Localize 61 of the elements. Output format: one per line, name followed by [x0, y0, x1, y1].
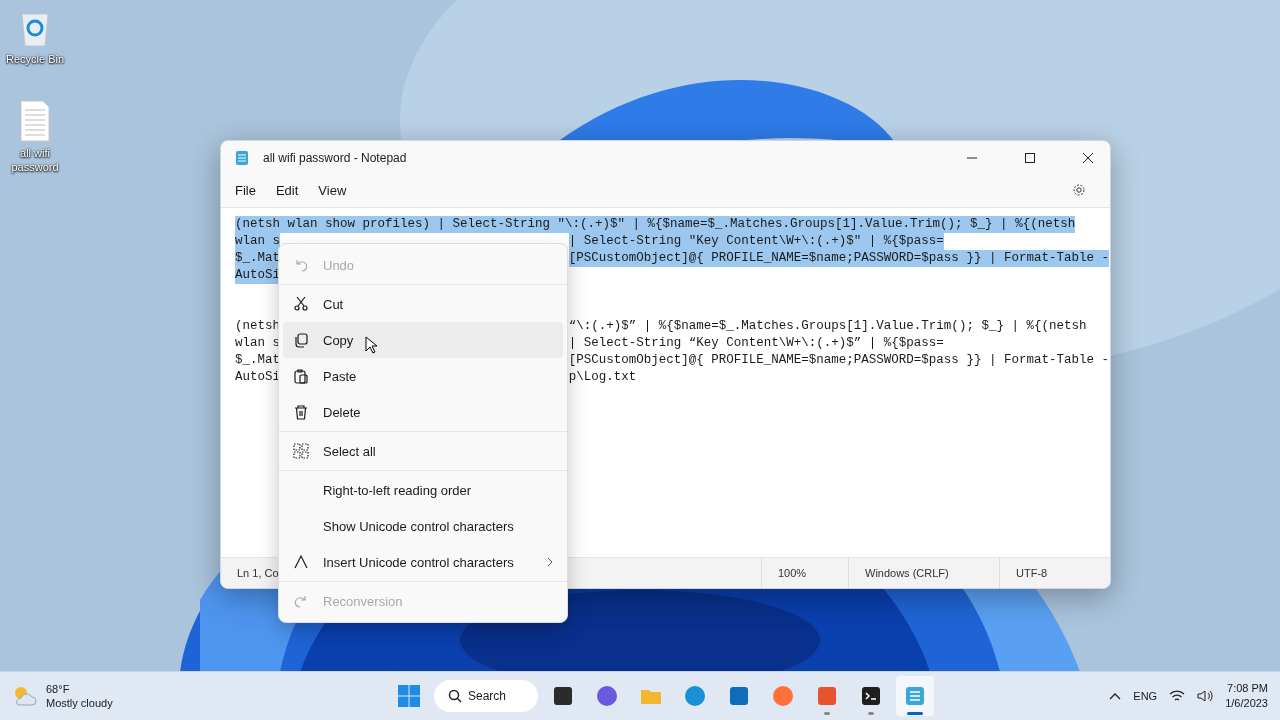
settings-icon [1072, 183, 1086, 197]
paste-icon [293, 368, 309, 384]
terminal-icon [859, 684, 883, 708]
window-title: all wifi password - Notepad [263, 151, 408, 165]
context-menu-item[interactable]: Insert Unicode control characters [283, 544, 563, 580]
search-icon [448, 689, 462, 703]
zoom-level: 100% [761, 558, 848, 588]
desktop-icon-label: all wifi password [10, 146, 60, 174]
undo-icon [293, 257, 309, 273]
context-menu-item[interactable]: Show Unicode control characters [283, 508, 563, 544]
copy-icon [293, 332, 309, 348]
chevron-up-icon[interactable] [1109, 692, 1122, 700]
speaker-icon[interactable] [1197, 689, 1214, 703]
wifi-icon[interactable] [1169, 689, 1186, 703]
context-menu-item[interactable]: Cut [283, 286, 563, 322]
clock-time[interactable]: 7:08 PM [1227, 681, 1268, 696]
code-text: AutoSi [235, 369, 280, 386]
cloud-sun-icon [12, 685, 38, 707]
line-ending: Windows (CRLF) [848, 558, 999, 588]
store-icon [727, 684, 751, 708]
clock-date[interactable]: 1/6/2023 [1225, 696, 1268, 711]
temperature: 68°F [46, 682, 71, 696]
context-menu-item[interactable]: Copy [283, 322, 563, 358]
code-text: [PSCustomObject]@{ PROFILE_NAME=$name;PASSWORD=$pass }} | Format-Table - [568, 250, 1109, 267]
context-menu-item[interactable]: Right-to-left reading order [283, 472, 563, 508]
trash-icon [293, 404, 309, 420]
code-text: AutoSi [235, 267, 280, 284]
code-text: | Select-String “Key Content\W+\:(.+)$” | %{$pass= [568, 335, 944, 352]
cursor-position: Ln 1, Co [236, 566, 279, 581]
app-icon [815, 684, 839, 708]
code-text: | Select-String "Key Content\W+\:(.+)$" | %{$pass= [568, 233, 944, 250]
code-text: $_.Mat [235, 250, 280, 267]
caret-up-icon [293, 554, 309, 570]
maximize-icon [1025, 153, 1035, 163]
redo-icon [293, 593, 309, 609]
task-view-icon [551, 684, 575, 708]
code-text: p\Log.txt [568, 369, 637, 386]
menu-item[interactable]: Edit [267, 178, 307, 202]
context-menu-item[interactable]: Delete [283, 394, 563, 430]
code-text: $_.Mat [235, 352, 280, 369]
code-text: (netsh wlan show profiles) | Select-String "\:(.+)$" | %{$name=$_.Matches.Groups[1].Value.Trim(); $_} | %{(netsh [235, 216, 1076, 233]
notepad-icon [903, 684, 927, 708]
encoding: UTF-8 [999, 558, 1110, 588]
windows-logo-icon [398, 685, 420, 707]
select-all-icon [293, 443, 309, 459]
code-text: [PSCustomObject]@{ PROFILE_NAME=$name;PASSWORD=$pass }} | Format-Table - [568, 352, 1109, 369]
code-text: “\:(.+)$” | %{$name=$_.Matches.Groups[1].Value.Trim(); $_} | %{(netsh [568, 318, 1087, 335]
notepad-icon [235, 150, 249, 166]
desktop-icon-label: Recycle Bin [5, 52, 65, 66]
code-text: wlan s [235, 233, 280, 250]
close-icon [1083, 153, 1093, 163]
chevron-right-icon [547, 557, 553, 567]
weather-condition: Mostly cloudy [46, 696, 113, 710]
menu-item[interactable]: View [310, 178, 355, 202]
menu-item[interactable]: File [227, 178, 264, 202]
language-indicator[interactable]: ENG [1133, 690, 1158, 702]
context-menu-item[interactable]: Select all [283, 433, 563, 469]
search-button[interactable]: Search [434, 680, 538, 712]
context-menu-item[interactable]: Paste [283, 358, 563, 394]
mouse-pointer-icon [365, 336, 377, 354]
scissors-icon [293, 296, 309, 312]
